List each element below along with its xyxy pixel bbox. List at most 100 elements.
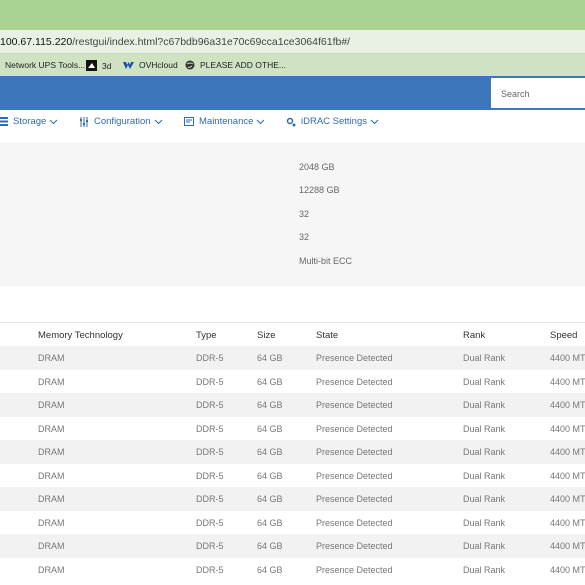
cell-memory-technology: DRAM xyxy=(38,376,65,387)
table-row[interactable]: DRAM DDR-5 64 GB Presence Detected Dual Rank… xyxy=(0,370,585,394)
url-text[interactable]: 100.67.115.220/restgui/index.html?c67bdb… xyxy=(0,36,350,48)
sliders-icon xyxy=(80,116,88,127)
cell-type: DDR-5 xyxy=(196,400,224,410)
cell-rank: Dual Rank xyxy=(463,564,506,575)
cell-speed: 4400 MT xyxy=(550,517,585,528)
bookmark-network-ups-tools[interactable]: Network UPS Tools... xyxy=(5,60,85,70)
cell-state: Presence Detected xyxy=(316,470,393,481)
menu-label: Maintenance xyxy=(199,116,254,127)
cell-rank: Dual Rank xyxy=(463,400,506,410)
bookmarks-bar: Network UPS Tools... 3d OVHcloud PLEASE … xyxy=(0,54,585,76)
summary-value: 32 xyxy=(299,232,310,242)
table-row[interactable]: DRAM DDR-5 64 GB Presence Detected Dual Rank… xyxy=(0,534,585,558)
cell-rank: Dual Rank xyxy=(463,447,506,457)
cell-memory-technology: DRAM xyxy=(38,423,65,434)
cell-memory-technology: DRAM xyxy=(38,400,65,410)
chevron-down-icon xyxy=(257,119,265,124)
cell-rank: Dual Rank xyxy=(463,517,506,528)
menu-label: Storage xyxy=(13,116,47,127)
cell-state: Presence Detected xyxy=(316,541,393,551)
column-header-type[interactable]: Type xyxy=(196,330,217,341)
cell-size: 64 GB xyxy=(257,517,283,528)
cell-size: 64 GB xyxy=(257,400,283,410)
chevron-down-icon xyxy=(154,119,162,124)
menu-storage[interactable]: Storage xyxy=(0,116,63,127)
cell-size: 64 GB xyxy=(257,470,283,481)
cell-memory-technology: DRAM xyxy=(38,470,65,481)
cell-speed: 4400 MT xyxy=(550,447,585,457)
cell-type: DDR-5 xyxy=(196,541,224,551)
column-header-speed[interactable]: Speed xyxy=(550,330,577,341)
bookmark-label: 3d xyxy=(102,60,112,71)
column-header-state[interactable]: State xyxy=(316,330,338,341)
cell-speed: 4400 MT xyxy=(550,353,585,363)
cell-rank: Dual Rank xyxy=(463,494,506,504)
cell-state: Presence Detected xyxy=(316,517,393,528)
bookmark-label: PLEASE ADD OTHE... xyxy=(200,60,286,70)
bookmark-label: Network UPS Tools... xyxy=(5,60,86,70)
column-header-rank[interactable]: Rank xyxy=(463,330,485,341)
table-row[interactable]: DRAM DDR-5 64 GB Presence Detected Dual Rank… xyxy=(0,440,585,464)
cell-rank: Dual Rank xyxy=(463,470,506,481)
maintenance-icon xyxy=(184,117,194,126)
cell-state: Presence Detected xyxy=(316,376,393,387)
bookmark-ovhcloud[interactable]: OVHcloud xyxy=(123,60,178,70)
cell-state: Presence Detected xyxy=(316,423,393,434)
menu-label: Configuration xyxy=(94,116,151,127)
chevron-down-icon xyxy=(370,119,379,124)
cell-state: Presence Detected xyxy=(316,400,393,410)
cell-speed: 4400 MT xyxy=(550,494,585,504)
bookmark-please-add-other[interactable]: PLEASE ADD OTHE... xyxy=(185,60,286,70)
cell-memory-technology: DRAM xyxy=(38,541,65,551)
table-row[interactable]: DRAM DDR-5 64 GB Presence Detected Dual Rank… xyxy=(0,558,585,582)
column-header-memory-technology[interactable]: Memory Technology xyxy=(38,330,123,341)
menu-configuration[interactable]: Configuration xyxy=(79,116,168,127)
cell-type: DDR-5 xyxy=(196,517,224,528)
cell-type: DDR-5 xyxy=(196,376,224,387)
menu-idrac-settings[interactable]: iDRAC Settings xyxy=(286,116,384,127)
table-row[interactable]: DRAM DDR-5 64 GB Presence Detected Dual Rank… xyxy=(0,346,585,370)
globe-icon xyxy=(185,60,195,70)
cell-type: DDR-5 xyxy=(196,494,224,504)
ovhcloud-icon xyxy=(123,61,134,69)
cell-rank: Dual Rank xyxy=(463,376,506,387)
table-row[interactable]: DRAM DDR-5 64 GB Presence Detected Dual Rank… xyxy=(0,511,585,535)
bookmark-label: OVHcloud xyxy=(139,60,178,70)
3d-icon xyxy=(86,60,97,71)
cell-memory-technology: DRAM xyxy=(38,494,65,504)
cell-size: 64 GB xyxy=(257,423,283,434)
table-header: Memory Technology Type Size State Rank S… xyxy=(0,322,585,346)
table-row[interactable]: DRAM DDR-5 64 GB Presence Detected Dual Rank… xyxy=(0,464,585,488)
cell-memory-technology: DRAM xyxy=(38,564,65,575)
cell-type: DDR-5 xyxy=(196,470,224,481)
summary-value: Multi-bit ECC xyxy=(299,256,353,266)
table-row[interactable]: DRAM DDR-5 64 GB Presence Detected Dual Rank… xyxy=(0,393,585,417)
url-host: 100.67.115.220 xyxy=(0,36,73,48)
column-header-size[interactable]: Size xyxy=(257,330,275,341)
cell-speed: 4400 MT xyxy=(550,541,585,551)
cell-type: DDR-5 xyxy=(196,447,224,457)
cell-type: DDR-5 xyxy=(196,564,224,575)
cell-rank: Dual Rank xyxy=(463,423,506,434)
cell-size: 64 GB xyxy=(257,494,283,504)
cell-size: 64 GB xyxy=(257,541,283,551)
cell-state: Presence Detected xyxy=(316,494,393,504)
cell-state: Presence Detected xyxy=(316,447,393,457)
search-input[interactable]: Search xyxy=(491,78,585,108)
cell-size: 64 GB xyxy=(257,564,283,575)
bookmark-3d[interactable]: 3d xyxy=(86,60,111,71)
summary-value: 12288 GB xyxy=(299,185,340,195)
cell-type: DDR-5 xyxy=(196,353,224,363)
table-row[interactable]: DRAM DDR-5 64 GB Presence Detected Dual Rank… xyxy=(0,487,585,511)
cell-memory-technology: DRAM xyxy=(38,353,65,363)
cell-type: DDR-5 xyxy=(196,423,224,434)
cell-memory-technology: DRAM xyxy=(38,447,65,457)
menu-maintenance[interactable]: Maintenance xyxy=(184,116,270,127)
cell-state: Presence Detected xyxy=(316,564,393,575)
chevron-down-icon xyxy=(49,119,58,124)
menu-label: iDRAC Settings xyxy=(301,116,367,127)
address-bar[interactable]: 100.67.115.220/restgui/index.html?c67bdb… xyxy=(0,30,585,54)
cell-size: 64 GB xyxy=(257,447,283,457)
cell-state: Presence Detected xyxy=(316,353,393,363)
table-row[interactable]: DRAM DDR-5 64 GB Presence Detected Dual Rank… xyxy=(0,417,585,441)
